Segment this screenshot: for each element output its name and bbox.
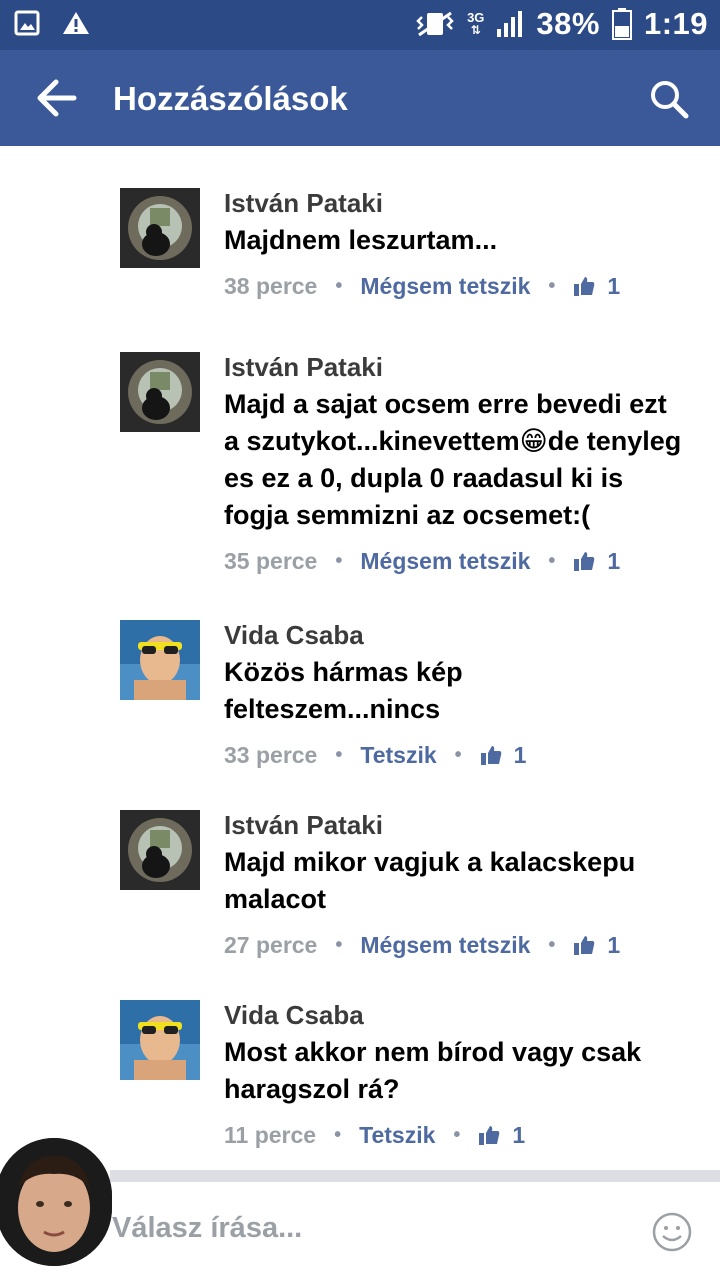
comment-body: Vida Csaba Közös hármas kép felteszem...… (224, 620, 684, 770)
app-bar: Hozzászólások (0, 50, 720, 146)
like-count[interactable]: 1 (512, 1122, 525, 1149)
comment-time: 27 perce (224, 931, 318, 958)
separator-dot: • (335, 933, 343, 956)
comment-list[interactable]: István Pataki Majdnem leszurtam... 38 pe… (0, 146, 720, 1170)
comment-author[interactable]: István Pataki (224, 352, 684, 382)
like-count[interactable]: 1 (607, 273, 620, 300)
page-title: Hozzászólások (113, 80, 348, 117)
vibrate-icon (416, 11, 454, 37)
comment-meta: 33 perce • Tetszik • 1 (224, 740, 684, 770)
user-avatar[interactable] (0, 1138, 112, 1266)
emoji-smiley-icon[interactable] (652, 1212, 692, 1252)
comment-text: Majd a sajat ocsem erre bevedi ezt a szu… (224, 389, 682, 530)
battery-icon (611, 8, 632, 40)
avatar-sunglasses-beach[interactable] (120, 620, 200, 700)
separator-dot: • (548, 933, 556, 956)
comment-author[interactable]: István Pataki (224, 810, 684, 840)
comment-meta: 27 perce • Mégsem tetszik • 1 (224, 930, 684, 960)
reply-input[interactable]: Válasz írása... (112, 1212, 612, 1245)
comment-meta: 38 perce • Mégsem tetszik • 1 (224, 271, 684, 301)
gallery-notification-icon (14, 10, 40, 36)
signal-icon (497, 11, 523, 37)
reply-composer: Válasz írása... (0, 1138, 720, 1280)
comment-author[interactable]: Vida Csaba (224, 1000, 684, 1030)
like-button[interactable]: Mégsem tetszik (360, 273, 530, 300)
comment-text: Közös hármas kép felteszem...nincs (224, 657, 463, 724)
comment-time: 33 perce (224, 741, 318, 768)
separator-dot: • (335, 743, 343, 766)
thumbs-up-icon (574, 552, 595, 571)
separator-dot: • (334, 1123, 342, 1146)
comment-author[interactable]: Vida Csaba (224, 620, 684, 650)
avatar-dog-tunnel[interactable] (120, 188, 200, 268)
comment-meta: 11 perce • Tetszik • 1 (224, 1120, 684, 1150)
separator-dot: • (335, 274, 343, 297)
comment-body: Vida Csaba Most akkor nem bírod vagy csa… (224, 1000, 684, 1150)
thumbs-up-icon (574, 277, 595, 296)
search-icon[interactable] (648, 78, 690, 120)
like-button[interactable]: Mégsem tetszik (360, 932, 530, 959)
back-arrow-icon[interactable] (30, 76, 80, 120)
like-button[interactable]: Mégsem tetszik (360, 548, 530, 575)
comment-text: Most akkor nem bírod vagy csak haragszol… (224, 1037, 642, 1104)
thumbs-up-icon (479, 1126, 500, 1145)
comment-meta: 35 perce • Mégsem tetszik • 1 (224, 546, 684, 576)
separator-dot: • (335, 549, 343, 572)
comment-time: 11 perce (224, 1121, 317, 1148)
comment-author[interactable]: István Pataki (224, 188, 684, 218)
separator-dot: • (548, 549, 556, 572)
like-count[interactable]: 1 (607, 548, 620, 575)
comment-text: Majdnem leszurtam... (224, 225, 498, 255)
like-button[interactable]: Tetszik (359, 1122, 435, 1149)
thumbs-up-icon (480, 746, 502, 765)
comment-text: Majd mikor vagjuk a kalacskepu malacot (224, 847, 636, 914)
avatar-dog-tunnel[interactable] (120, 352, 200, 432)
comment-body: István Pataki Majd a sajat ocsem erre be… (224, 352, 684, 576)
clock: 1:19 (643, 6, 708, 41)
thumbs-up-icon (574, 936, 595, 955)
avatar-dog-tunnel[interactable] (120, 810, 200, 890)
comment-body: István Pataki Majdnem leszurtam... 38 pe… (224, 188, 684, 301)
comment-body: István Pataki Majd mikor vagjuk a kalacs… (224, 810, 684, 960)
like-count[interactable]: 1 (607, 932, 620, 959)
like-count[interactable]: 1 (514, 742, 527, 769)
like-button[interactable]: Tetszik (360, 742, 436, 769)
avatar-sunglasses-beach[interactable] (120, 1000, 200, 1080)
comment-time: 35 perce (224, 547, 318, 574)
comment-time: 38 perce (224, 272, 318, 299)
battery-percent: 38% (536, 6, 600, 41)
composer-divider (110, 1170, 720, 1182)
status-bar: 3G ⇅ 38% 1:19 (0, 0, 720, 50)
separator-dot: • (454, 743, 462, 766)
warning-icon (63, 12, 89, 34)
separator-dot: • (548, 274, 556, 297)
separator-dot: • (453, 1123, 461, 1146)
network-type: 3G ⇅ (467, 10, 485, 37)
